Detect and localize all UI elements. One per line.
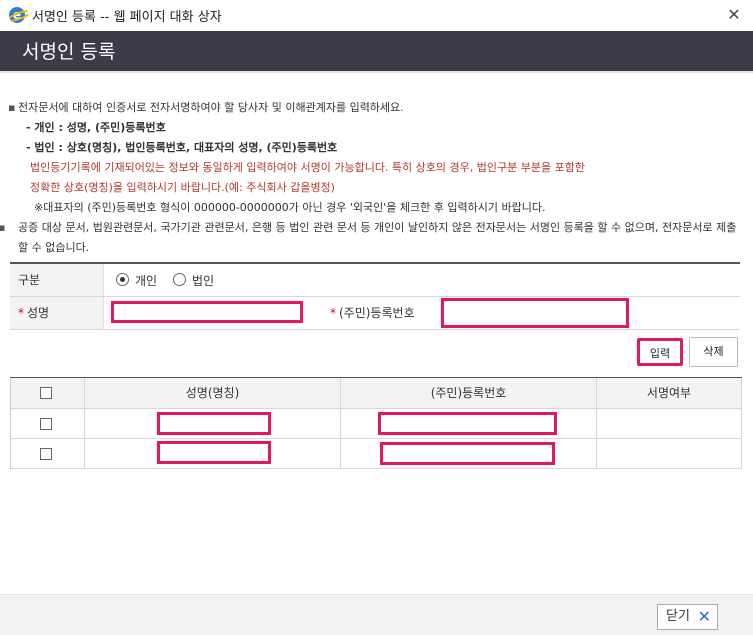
name-label-text: 성명	[27, 306, 50, 320]
name-value	[157, 441, 271, 464]
page-title: 서명인 등록	[22, 41, 116, 63]
row-check-cell	[11, 409, 85, 438]
window-titlebar: e 서명인 등록 -- 웹 페이지 대화 상자 ✕	[0, 0, 753, 32]
bullet-icon: ▪	[8, 101, 16, 114]
header-divider	[0, 71, 753, 73]
instruction-corporate: - 법인 : 상호(명칭), 법인등록번호, 대표자의 성명, (주민)등록번호	[26, 141, 338, 154]
warning-line-2: 정확한 상호(명칭)을 입력하시기 바랍니다.(예: 주식회사 갑을병정)	[30, 181, 335, 194]
reg-input[interactable]	[441, 298, 629, 328]
instruction-text: 전자문서에 대하여 인증서로 전자서명하여야 할 당사자 및 이해관계자를 입력…	[18, 101, 404, 114]
reference-note: ※대표자의 (주민)등록번호 형식이 000000-0000000가 아닌 경우…	[34, 201, 546, 214]
select-all-checkbox[interactable]	[40, 387, 52, 399]
instruction-line: ▪ 전자문서에 대하여 인증서로 전자서명하여야 할 당사자 및 이해관계자를 입…	[8, 98, 743, 118]
close-button[interactable]: 닫기 ✕	[657, 604, 718, 630]
bullet-icon: ▪	[0, 221, 6, 234]
window-close-icon[interactable]: ✕	[723, 4, 745, 26]
dialog-header: 서명인 등록	[0, 31, 753, 71]
dialog-footer: 닫기 ✕	[0, 594, 753, 635]
row-checkbox[interactable]	[40, 418, 52, 430]
required-icon: *	[330, 306, 336, 320]
reg-value	[378, 412, 557, 435]
reg-cell	[341, 439, 597, 468]
radio-corporate[interactable]	[173, 273, 186, 286]
instructions: ▪ 전자문서에 대하여 인증서로 전자서명하여야 할 당사자 및 이해관계자를 입…	[0, 98, 743, 258]
name-row: * 성명 * (주민)등록번호	[10, 297, 740, 330]
delete-button[interactable]: 삭제	[689, 337, 738, 367]
signed-cell	[597, 439, 742, 468]
col-signed: 서명여부	[597, 378, 742, 408]
add-button[interactable]: 입력	[637, 338, 683, 366]
close-label: 닫기	[666, 609, 690, 624]
instruction-individual: - 개인 : 성명, (주민)등록번호	[26, 121, 166, 134]
col-name: 성명(명칭)	[85, 378, 341, 408]
radio-individual-label[interactable]: 개인	[135, 272, 157, 289]
col-reg: (주민)등록번호	[341, 378, 597, 408]
reg-label-text: (주민)등록번호	[339, 306, 415, 320]
instruction-line-2: ▪ 공증 대상 문서, 법원관련문서, 국가기관 관련문서, 은행 등 법인 관련…	[0, 218, 743, 258]
reg-cell	[341, 409, 597, 438]
reg-value	[380, 442, 555, 465]
row-checkbox[interactable]	[40, 448, 52, 460]
name-input[interactable]	[111, 301, 303, 323]
table-header: 성명(명칭) (주민)등록번호 서명여부	[11, 378, 742, 409]
type-row: 구분 개인 법인	[10, 264, 740, 297]
signer-form: 구분 개인 법인 * 성명 * (주민)등록번호	[10, 262, 740, 330]
radio-corporate-label[interactable]: 법인	[192, 272, 214, 289]
table-row[interactable]	[11, 409, 742, 439]
radio-individual[interactable]	[116, 273, 129, 286]
name-cell	[85, 439, 341, 468]
signer-table: 성명(명칭) (주민)등록번호 서명여부	[10, 377, 742, 469]
row-check-cell	[11, 439, 85, 468]
name-value	[157, 412, 271, 435]
reg-label: * (주민)등록번호	[330, 297, 415, 329]
browser-icon: e	[9, 7, 25, 23]
warning-line-1: 법인등기기록에 기재되어있는 정보와 동일하게 입력하여야 서명이 가능합니다.…	[30, 161, 585, 174]
required-icon: *	[18, 306, 24, 320]
select-all-cell	[11, 378, 85, 408]
type-label: 구분	[10, 264, 104, 296]
name-label: * 성명	[10, 297, 104, 329]
instruction-text-2: 공증 대상 문서, 법원관련문서, 국가기관 관련문서, 은행 등 법인 관련 …	[18, 221, 737, 254]
table-row[interactable]	[11, 439, 742, 469]
close-icon: ✕	[697, 607, 711, 626]
signed-cell	[597, 409, 742, 438]
name-cell	[85, 409, 341, 438]
window-title: 서명인 등록 -- 웹 페이지 대화 상자	[32, 10, 222, 25]
